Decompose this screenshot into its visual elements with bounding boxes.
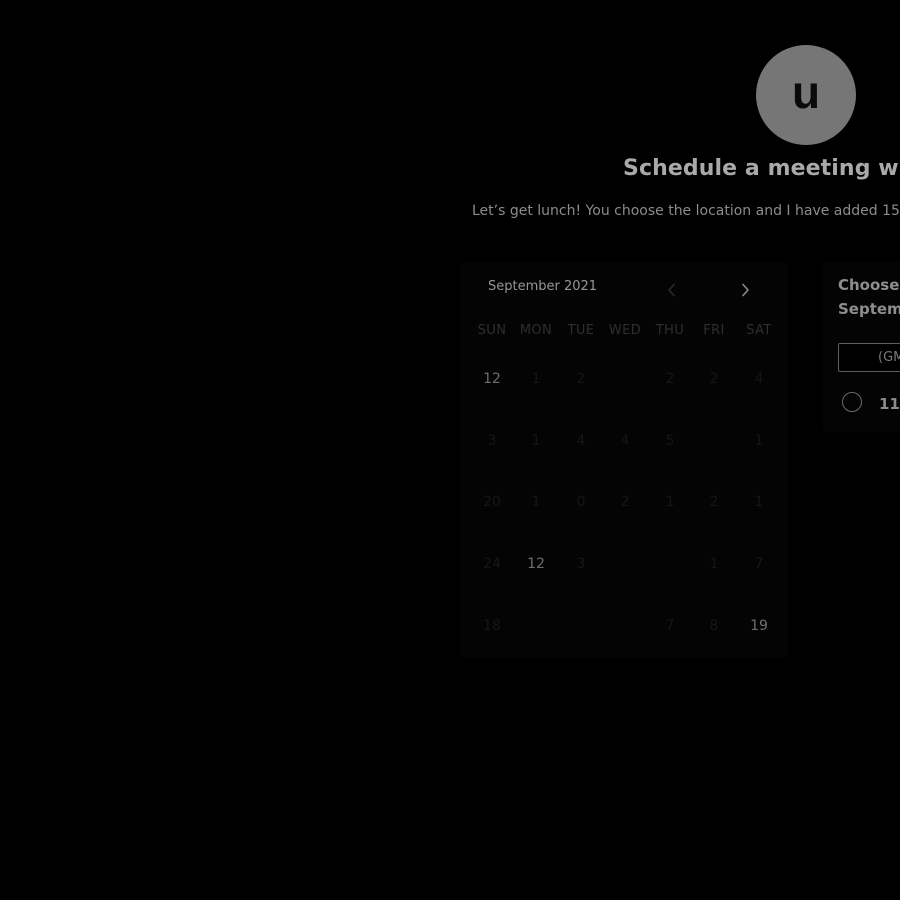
next-month-button[interactable] xyxy=(733,278,757,302)
page-title: Schedule a meeting wit xyxy=(623,156,900,181)
calendar-day: 1 xyxy=(754,433,764,449)
weekday-label: MON xyxy=(519,323,553,338)
time-slot-label[interactable]: 11: xyxy=(879,395,900,413)
calendar-day xyxy=(605,613,645,639)
calendar-month-label: September 2021 xyxy=(488,279,598,294)
calendar-day: 1 xyxy=(754,494,764,510)
calendar-day-available[interactable]: 19 xyxy=(739,613,779,639)
calendar-day: 3 xyxy=(487,433,497,449)
calendar-day: 20 xyxy=(483,494,501,510)
chevron-right-icon xyxy=(742,283,749,297)
time-slots-heading-line-1: Choose xyxy=(838,276,900,294)
booking-page: u Schedule a meeting wit Let’s get lunch… xyxy=(0,0,900,900)
weekday-label: SAT xyxy=(746,323,772,338)
avatar-initial: u xyxy=(791,66,821,118)
calendar-day xyxy=(650,551,690,577)
calendar-day xyxy=(516,613,556,639)
chevron-left-icon xyxy=(668,283,675,297)
weekday-label: TUE xyxy=(567,323,595,338)
calendar-day: 2 xyxy=(709,371,719,387)
calendar-day xyxy=(694,428,734,454)
calendar-day: 2 xyxy=(576,371,586,387)
calendar-day: 4 xyxy=(754,371,764,387)
calendar-day: 4 xyxy=(620,433,630,449)
calendar-day: 7 xyxy=(754,556,764,572)
calendar-day: 8 xyxy=(709,618,719,634)
calendar-panel xyxy=(460,262,788,658)
calendar-day xyxy=(561,613,601,639)
calendar-day: 4 xyxy=(576,433,586,449)
weekday-header-row: SUN MON TUE WED THU FRI SAT xyxy=(470,323,782,339)
calendar-day: 2 xyxy=(665,371,675,387)
calendar-day: 1 xyxy=(531,371,541,387)
calendar-day: 1 xyxy=(665,494,675,510)
timezone-select[interactable]: (GM xyxy=(838,343,900,372)
calendar-day: 1 xyxy=(531,433,541,449)
calendar-day xyxy=(605,366,645,392)
time-slot-radio[interactable] xyxy=(842,392,862,412)
calendar-day-available[interactable]: 12 xyxy=(516,551,556,577)
calendar-day xyxy=(605,551,645,577)
calendar-day: 1 xyxy=(709,556,719,572)
meeting-description: Let’s get lunch! You choose the location… xyxy=(472,203,900,219)
calendar-day: 5 xyxy=(665,433,675,449)
calendar-day: 2 xyxy=(709,494,719,510)
calendar-day: 2 xyxy=(620,494,630,510)
weekday-label: WED xyxy=(608,323,642,338)
time-slots-heading: Choose Septem xyxy=(838,273,900,321)
calendar-day: 18 xyxy=(483,618,501,634)
calendar-day: 3 xyxy=(576,556,586,572)
time-slots-heading-line-2: Septem xyxy=(838,300,900,318)
weekday-label: FRI xyxy=(703,323,725,338)
calendar-day: 7 xyxy=(665,618,675,634)
weekday-label: THU xyxy=(655,323,685,338)
host-avatar: u xyxy=(756,45,856,145)
calendar-day: 1 xyxy=(531,494,541,510)
calendar-day-available[interactable]: 12 xyxy=(472,366,512,392)
calendar-day: 24 xyxy=(483,556,501,572)
previous-month-button[interactable] xyxy=(660,278,684,302)
calendar-day: 0 xyxy=(576,494,586,510)
weekday-label: SUN xyxy=(477,323,507,338)
